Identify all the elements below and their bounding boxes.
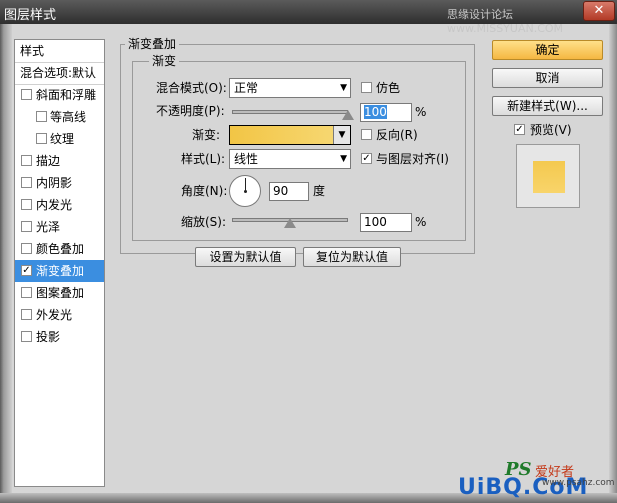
style-item-label: 斜面和浮雕 (36, 88, 97, 102)
close-button[interactable]: ✕ (583, 1, 615, 21)
preview-box (516, 144, 580, 208)
style-item-label: 投影 (36, 330, 61, 344)
blend-mode-value: 正常 (234, 81, 259, 95)
scale-slider-handle[interactable] (284, 218, 296, 228)
style-item[interactable]: 等高线 (15, 106, 104, 128)
style-select[interactable]: 线性 ▼ (229, 149, 351, 169)
angle-label: 角度(N): (181, 184, 228, 198)
style-item-checkbox[interactable] (21, 309, 32, 320)
opacity-input[interactable]: 100 (360, 103, 412, 122)
style-item-checkbox[interactable]: ✓ (21, 265, 32, 276)
style-item-label: 纹理 (50, 132, 75, 146)
scale-label: 缩放(S): (181, 215, 227, 229)
dither-checkbox[interactable] (361, 82, 372, 93)
group-title: 渐变 (149, 54, 180, 68)
style-item-checkbox[interactable] (36, 133, 47, 144)
opacity-unit: % (415, 105, 427, 119)
style-item[interactable]: 斜面和浮雕 (15, 84, 104, 106)
style-item-checkbox[interactable] (21, 89, 32, 100)
style-item-checkbox[interactable] (21, 199, 32, 210)
style-item[interactable]: 光泽 (15, 216, 104, 238)
style-item-label: 内阴影 (36, 176, 73, 190)
style-label: 样式(L): (181, 152, 226, 166)
blend-mode-label: 混合模式(O): (156, 81, 227, 95)
cancel-button[interactable]: 取消 (492, 68, 603, 88)
style-item-checkbox[interactable] (21, 155, 32, 166)
style-item[interactable]: 外发光 (15, 304, 104, 326)
style-item-checkbox[interactable] (36, 111, 47, 122)
window-frame-left (0, 24, 12, 503)
style-item-label: 等高线 (50, 110, 87, 124)
reverse-label: 反向(R) (376, 128, 418, 142)
set-default-button[interactable]: 设置为默认值 (195, 247, 296, 267)
reset-default-button[interactable]: 复位为默认值 (303, 247, 401, 267)
opacity-label: 不透明度(P): (156, 104, 225, 118)
preview-swatch (533, 161, 565, 193)
style-item[interactable]: 纹理 (15, 128, 104, 150)
style-item-checkbox[interactable] (21, 287, 32, 298)
gradient-dropdown-button[interactable]: ▼ (333, 126, 350, 144)
opacity-slider-handle[interactable] (342, 110, 354, 120)
angle-input[interactable]: 90 (269, 182, 309, 201)
scale-input[interactable]: 100 (360, 213, 412, 232)
style-list-header[interactable]: 样式 (15, 40, 104, 63)
style-item-checkbox[interactable] (21, 221, 32, 232)
style-item-label: 光泽 (36, 220, 61, 234)
style-item-checkbox[interactable] (21, 243, 32, 254)
style-item-label: 描边 (36, 154, 61, 168)
watermark-url: www.psahz.com (542, 478, 615, 488)
align-with-layer-checkbox[interactable]: ✓ (361, 153, 372, 164)
style-item[interactable]: 图案叠加 (15, 282, 104, 304)
style-item-label: 图案叠加 (36, 286, 85, 300)
chevron-down-icon: ▼ (338, 130, 346, 140)
style-item[interactable]: 投影 (15, 326, 104, 348)
ok-button[interactable]: 确定 (492, 40, 603, 60)
style-item[interactable]: ✓ 渐变叠加 (15, 260, 104, 282)
style-item[interactable]: 内阴影 (15, 172, 104, 194)
dither-label: 仿色 (376, 81, 401, 95)
panel-title: 渐变叠加 (125, 37, 180, 51)
preview-label: 预览(V) (530, 123, 572, 137)
new-style-button[interactable]: 新建样式(W)... (492, 96, 603, 116)
blend-options-item[interactable]: 混合选项:默认 (15, 62, 104, 85)
style-item-checkbox[interactable] (21, 177, 32, 188)
blend-mode-select[interactable]: 正常 ▼ (229, 78, 351, 98)
opacity-slider[interactable] (232, 110, 348, 114)
checkmark-icon: ✓ (362, 153, 371, 164)
chevron-down-icon: ▼ (340, 83, 347, 93)
close-icon: ✕ (593, 3, 605, 18)
title-bar: 图层样式 思缘设计论坛 www.MISSYUAN.COM ✕ (0, 0, 617, 35)
window-title: 图层样式 (4, 8, 57, 23)
gradient-label: 渐变: (192, 128, 221, 142)
style-list: 样式 混合选项:默认 斜面和浮雕等高线纹理描边内阴影内发光光泽颜色叠加 ✓ 渐变叠加… (14, 39, 105, 487)
style-item[interactable]: 内发光 (15, 194, 104, 216)
angle-dial-center (244, 190, 247, 193)
angle-unit: 度 (313, 184, 326, 198)
checkmark-icon: ✓ (515, 124, 524, 135)
scale-unit: % (415, 215, 427, 229)
style-item[interactable]: 颜色叠加 (15, 238, 104, 260)
preview-checkbox[interactable]: ✓ (514, 124, 525, 135)
align-with-layer-label: 与图层对齐(I) (376, 152, 449, 166)
window-frame-right (609, 24, 617, 503)
style-item-label: 渐变叠加 (36, 264, 85, 278)
chevron-down-icon: ▼ (340, 154, 347, 164)
gradient-picker[interactable]: ▼ (229, 125, 351, 145)
style-item-checkbox[interactable] (21, 331, 32, 342)
angle-dial[interactable] (229, 175, 261, 207)
style-item[interactable]: 描边 (15, 150, 104, 172)
style-item-label: 颜色叠加 (36, 242, 85, 256)
style-item-label: 外发光 (36, 308, 73, 322)
style-value: 线性 (234, 152, 259, 166)
reverse-checkbox[interactable] (361, 129, 372, 140)
style-item-label: 内发光 (36, 198, 73, 212)
